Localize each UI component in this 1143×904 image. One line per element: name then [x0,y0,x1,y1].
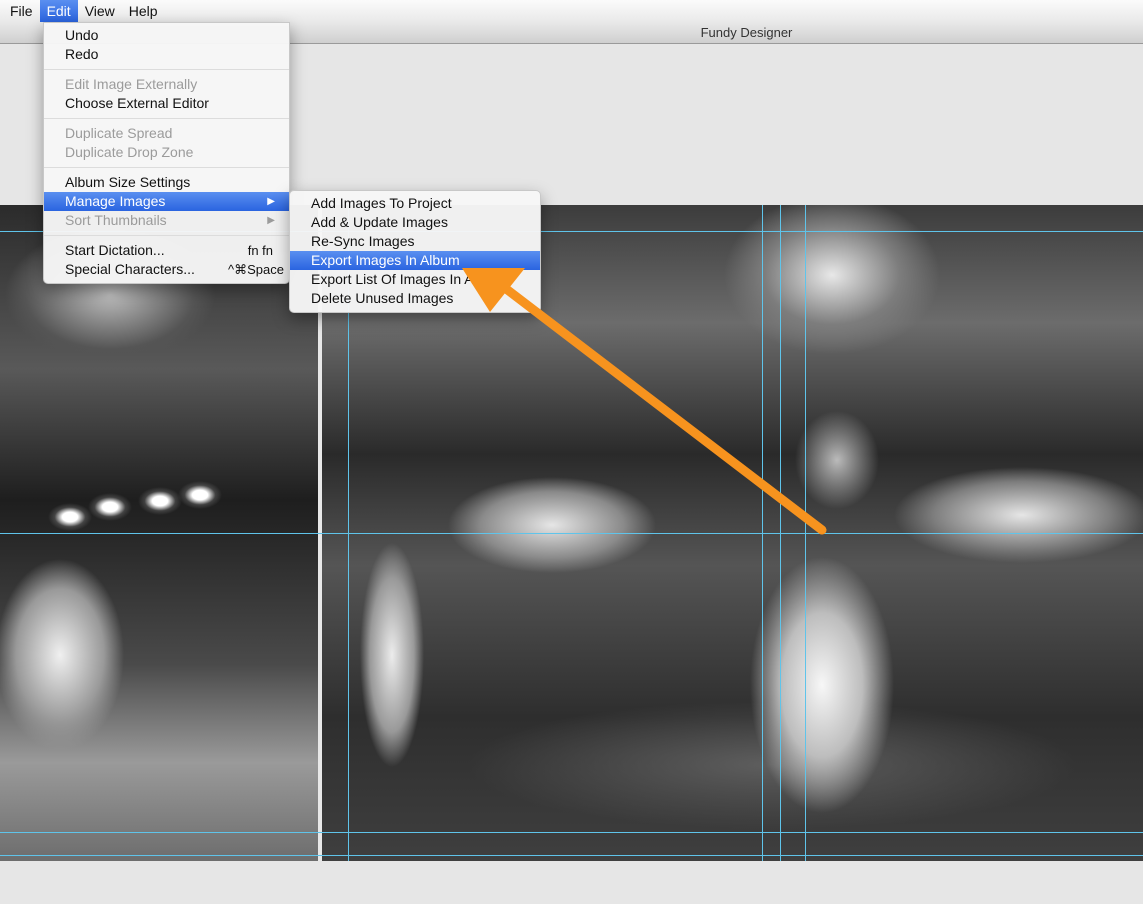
manage-images-submenu: Add Images To Project Add & Update Image… [289,190,541,313]
shortcut-label: fn fn [247,243,273,258]
menu-item-export-images-in-album[interactable]: Export Images In Album [290,251,540,270]
menu-separator [44,235,289,236]
guide-line-vertical[interactable] [805,205,806,861]
menu-item-delete-unused-images[interactable]: Delete Unused Images [290,289,540,308]
menu-separator [44,167,289,168]
menu-item-special-characters[interactable]: Special Characters... ^⌘Space [44,260,289,279]
menu-view[interactable]: View [78,0,122,22]
guide-line-horizontal[interactable] [0,832,1143,833]
menu-item-start-dictation[interactable]: Start Dictation... fn fn [44,241,289,260]
menu-item-start-dictation-label: Start Dictation... [65,242,165,258]
guide-line-horizontal[interactable] [0,855,1143,856]
menu-item-album-size-settings[interactable]: Album Size Settings [44,173,289,192]
menu-item-sort-thumbnails-label: Sort Thumbnails [65,212,167,228]
menu-item-edit-image-externally[interactable]: Edit Image Externally [44,75,289,94]
menu-separator [44,118,289,119]
menu-help[interactable]: Help [122,0,165,22]
menu-item-duplicate-spread[interactable]: Duplicate Spread [44,124,289,143]
menu-item-duplicate-drop-zone[interactable]: Duplicate Drop Zone [44,143,289,162]
menu-item-special-characters-label: Special Characters... [65,261,195,277]
menu-item-choose-external-editor[interactable]: Choose External Editor [44,94,289,113]
album-spread-canvas[interactable] [0,205,1143,861]
menu-item-export-list-of-images[interactable]: Export List Of Images In Album [290,270,540,289]
guide-line-vertical[interactable] [762,205,763,861]
menu-item-add-update-images[interactable]: Add & Update Images [290,213,540,232]
window-title: Fundy Designer [700,25,793,40]
menu-file[interactable]: File [0,0,40,22]
menu-bar: File Edit View Help [0,0,1143,23]
submenu-arrow-icon: ▶ [267,215,275,226]
menu-item-redo[interactable]: Redo [44,45,289,64]
submenu-arrow-icon: ▶ [267,196,275,207]
menu-item-manage-images-label: Manage Images [65,193,166,209]
menu-item-undo[interactable]: Undo [44,26,289,45]
guide-line-vertical[interactable] [780,205,781,861]
menu-item-add-images-to-project[interactable]: Add Images To Project [290,194,540,213]
guide-line-horizontal[interactable] [0,533,1143,534]
menu-item-resync-images[interactable]: Re-Sync Images [290,232,540,251]
menu-edit[interactable]: Edit [39,0,78,22]
edit-menu: Undo Redo Edit Image Externally Choose E… [43,22,290,284]
menu-separator [44,69,289,70]
menu-item-sort-thumbnails[interactable]: Sort Thumbnails ▶ [44,211,289,230]
shortcut-label: ^⌘Space [228,262,284,277]
menu-item-manage-images[interactable]: Manage Images ▶ [44,192,289,211]
